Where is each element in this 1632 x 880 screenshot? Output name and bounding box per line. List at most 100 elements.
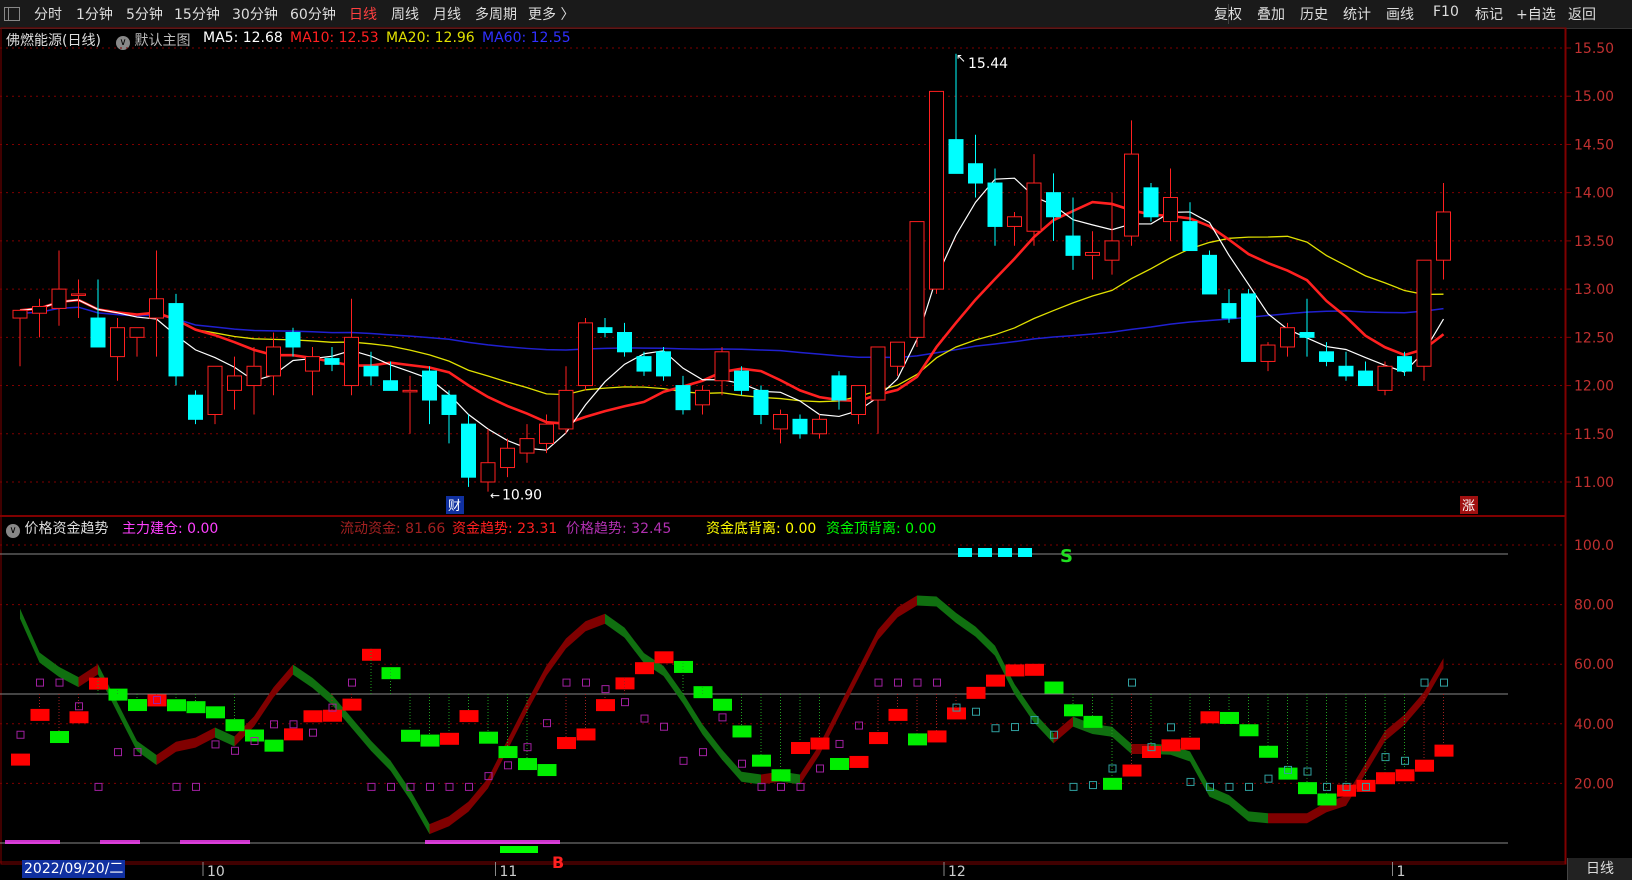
- candle-body: [675, 385, 691, 411]
- trend-band-segment: [527, 665, 547, 712]
- toolbar-button-2[interactable]: 历史: [1300, 4, 1328, 24]
- price-trend-marker: [679, 756, 688, 765]
- candle-body: [32, 305, 47, 314]
- period-tab-1[interactable]: 1分钟: [76, 4, 113, 24]
- period-tab-0[interactable]: 分时: [34, 4, 62, 24]
- trend-band-segment: [683, 693, 703, 735]
- fund-step-bar: [1356, 779, 1376, 792]
- trend-band-segment: [858, 629, 878, 679]
- trend-band-segment: [1404, 692, 1424, 725]
- fund-step-bar: [713, 698, 732, 711]
- price-trend-marker: [1245, 782, 1253, 791]
- price-trend-marker: [699, 748, 707, 757]
- price-trend-marker: [1128, 678, 1136, 687]
- candle-body: [227, 375, 242, 391]
- candle-body: [1397, 356, 1412, 372]
- trend-band-segment: [741, 771, 761, 785]
- candle-body: [929, 90, 944, 290]
- fund-step-bar: [1278, 767, 1298, 780]
- period-tab-4[interactable]: 30分钟: [232, 4, 278, 24]
- zjdbl-label: 资金底背离: 0.00: [706, 521, 817, 537]
- fund-step-bar: [1395, 769, 1415, 782]
- toolbar-button-3[interactable]: 统计: [1343, 4, 1371, 24]
- candle-body: [948, 139, 964, 174]
- fund-step-bar: [771, 769, 791, 782]
- toolbar-button-5[interactable]: F10: [1433, 4, 1459, 20]
- zhang-marker: 涨: [1462, 499, 1475, 514]
- trend-band-segment: [1326, 795, 1346, 813]
- fund-step-bar: [615, 677, 635, 690]
- template-dropdown[interactable]: ∨ 默认主图: [116, 30, 190, 50]
- ma10-line: [19, 200, 1445, 425]
- ma5-label: MA5: 12.68: [203, 30, 283, 46]
- fund-step-bar: [810, 737, 830, 750]
- fund-step-bar: [908, 733, 927, 746]
- period-tab-9[interactable]: 多周期: [475, 4, 517, 24]
- price-trend-marker: [855, 721, 863, 730]
- fund-step-bar: [1415, 759, 1434, 772]
- toolbar-button-1[interactable]: 叠加: [1257, 4, 1285, 24]
- toolbar-button-0[interactable]: 复权: [1214, 4, 1242, 24]
- toolbar-button-6[interactable]: 标记: [1475, 4, 1503, 24]
- candle-body: [51, 288, 67, 309]
- trend-band-segment: [1053, 716, 1073, 744]
- candle-body: [753, 389, 769, 415]
- price-trend-marker: [328, 703, 337, 712]
- trend-band-segment: [98, 664, 118, 713]
- ma10-label: MA10: 12.53: [290, 30, 379, 46]
- y-tick-label: 80.00: [1574, 598, 1614, 614]
- price-trend-marker: [1342, 782, 1351, 791]
- period-tab-7[interactable]: 周线: [391, 4, 419, 24]
- candle-body: [441, 394, 457, 415]
- candle-body: [1241, 293, 1256, 362]
- candle-body: [617, 332, 632, 353]
- price-trend-marker: [582, 678, 590, 687]
- trend-band-segment: [137, 741, 157, 766]
- toolbar-button-8[interactable]: 返回: [1568, 4, 1596, 24]
- indicator-name: 价格资金趋势: [24, 521, 109, 537]
- y-tick-label: 13.50: [1574, 234, 1614, 250]
- trend-band-segment: [1307, 802, 1327, 824]
- trend-band-segment: [1248, 811, 1268, 824]
- trend-band-segment: [1131, 744, 1151, 755]
- price-trend-marker: [504, 761, 512, 770]
- fund-step-bar: [167, 699, 186, 712]
- toolbar-button-4[interactable]: 画线: [1386, 4, 1414, 24]
- y-tick-label: 12.00: [1574, 379, 1614, 395]
- window-icon[interactable]: [4, 7, 20, 21]
- fund-step-bar: [557, 737, 576, 750]
- price-trend-marker: [270, 720, 278, 729]
- trend-band-segment: [332, 694, 352, 728]
- fund-step-bar: [674, 660, 693, 673]
- price-trend-marker: [94, 782, 103, 791]
- period-tab-6[interactable]: 日线: [349, 4, 377, 24]
- trend-band-segment: [839, 668, 859, 717]
- period-tab-3[interactable]: 15分钟: [174, 4, 220, 24]
- period-tab-daily[interactable]: 日线: [1567, 858, 1632, 880]
- period-tab-5[interactable]: 60分钟: [290, 4, 336, 24]
- kline-chart[interactable]: 15.44↖10.90←财涨 SB 15.5015.0014.5014.0013…: [0, 0, 1632, 880]
- period-tab-8[interactable]: 月线: [433, 4, 461, 24]
- candle-body: [1280, 327, 1295, 348]
- top-signal-box: [1018, 548, 1032, 557]
- zjqs-label: 资金趋势: 23.31: [452, 521, 558, 537]
- price-trend-marker: [406, 782, 415, 791]
- toolbar-button-7[interactable]: +自选: [1516, 4, 1556, 24]
- candle-body: [207, 365, 223, 415]
- period-tab-10[interactable]: 更多 〉: [528, 4, 574, 24]
- price-trend-marker: [289, 720, 298, 729]
- price-trend-marker: [621, 698, 629, 707]
- trend-band-segment: [1034, 712, 1054, 744]
- trend-band-segment: [1268, 813, 1288, 824]
- fund-step-bar: [303, 710, 323, 723]
- x-tick-label: 11: [500, 864, 518, 880]
- candle-body: [149, 298, 164, 319]
- trend-band-segment: [176, 737, 196, 752]
- period-tab-2[interactable]: 5分钟: [126, 4, 163, 24]
- indicator-dropdown[interactable]: ∨ 价格资金趋势: [6, 518, 108, 538]
- candle-body: [129, 327, 145, 338]
- candle-body: [266, 346, 281, 377]
- trend-band-segment: [605, 613, 625, 638]
- trend-band-segment: [156, 741, 176, 766]
- trend-band-segment: [215, 727, 235, 747]
